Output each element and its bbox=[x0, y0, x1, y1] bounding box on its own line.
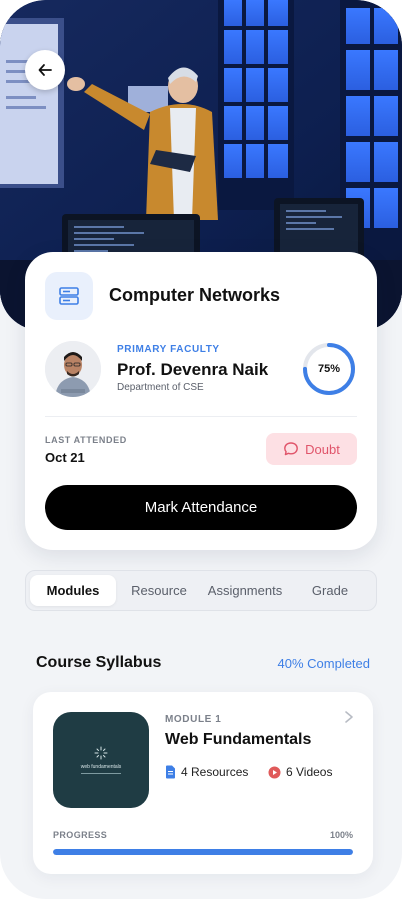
document-icon bbox=[166, 765, 175, 779]
module-thumbnail: web fundamentals bbox=[53, 712, 149, 808]
module-number: MODULE 1 bbox=[165, 714, 222, 725]
chat-bubble-icon bbox=[284, 442, 299, 456]
progress-bar bbox=[53, 849, 353, 855]
last-attended-date: Oct 21 bbox=[45, 450, 85, 465]
doubt-button[interactable]: Doubt bbox=[266, 433, 357, 465]
attendance-percent: 75% bbox=[317, 363, 341, 375]
module-videos: 6 Videos bbox=[268, 764, 332, 780]
mark-attendance-button[interactable]: Mark Attendance bbox=[45, 485, 357, 530]
last-attended-label: LAST ATTENDED bbox=[45, 435, 127, 445]
progress-value: 100% bbox=[329, 830, 353, 840]
syllabus-progress: 40% Completed bbox=[277, 656, 371, 671]
server-icon bbox=[59, 287, 79, 305]
sparkle-icon bbox=[94, 746, 108, 760]
module-resources: 4 Resources bbox=[165, 764, 248, 780]
tab-grade[interactable]: Grade bbox=[290, 575, 370, 606]
progress-label: PROGRESS bbox=[53, 830, 108, 840]
faculty-department: Department of CSE bbox=[117, 382, 204, 393]
course-card: Computer Networks PRIMARY FACULTY Prof. … bbox=[25, 252, 377, 550]
course-icon-tile bbox=[45, 272, 93, 320]
progress-bar-fill bbox=[53, 849, 353, 855]
divider bbox=[45, 416, 357, 417]
faculty-avatar bbox=[45, 341, 101, 397]
faculty-name: Prof. Devenra Naik bbox=[117, 360, 269, 379]
tab-bar: Modules Resource Assignments Grade bbox=[25, 570, 377, 611]
arrow-left-icon bbox=[38, 64, 52, 76]
doubt-label: Doubt bbox=[305, 441, 340, 457]
tab-assignments[interactable]: Assignments bbox=[200, 575, 290, 606]
syllabus-title: Course Syllabus bbox=[36, 654, 162, 671]
module-card[interactable]: web fundamentals MODULE 1 Web Fundamenta… bbox=[33, 692, 373, 874]
videos-count: 6 Videos bbox=[286, 765, 333, 779]
tab-resource[interactable]: Resource bbox=[118, 575, 200, 606]
faculty-role: PRIMARY FACULTY bbox=[117, 344, 220, 355]
resources-count: 4 Resources bbox=[181, 765, 249, 779]
thumbnail-text: web fundamentals bbox=[80, 764, 122, 770]
tab-modules[interactable]: Modules bbox=[30, 575, 116, 606]
module-title: Web Fundamentals bbox=[165, 731, 312, 748]
course-title: Computer Networks bbox=[109, 285, 281, 305]
app-screen: Computer Networks PRIMARY FACULTY Prof. … bbox=[0, 0, 402, 899]
chevron-right-icon[interactable] bbox=[343, 710, 355, 724]
attendance-ring: 75% bbox=[301, 341, 357, 397]
play-circle-icon bbox=[268, 766, 281, 778]
back-button[interactable] bbox=[25, 50, 65, 90]
